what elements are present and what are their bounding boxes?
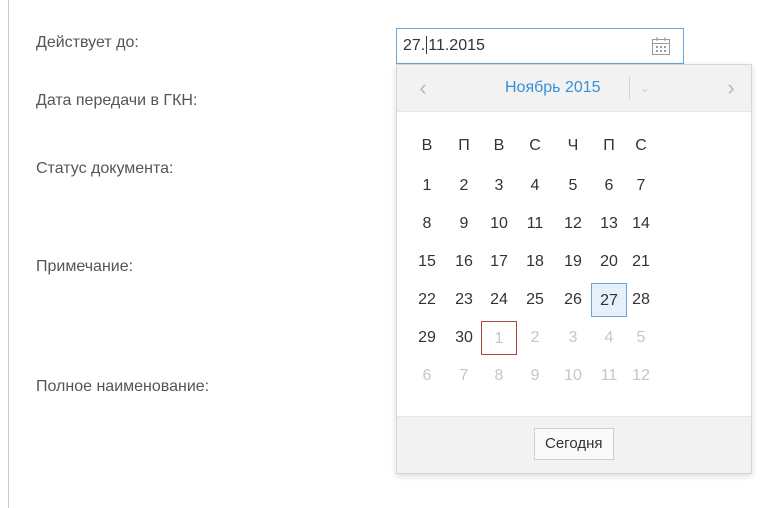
calendar-day[interactable]: 11	[591, 359, 627, 393]
label-full-name: Полное наименование:	[36, 378, 210, 395]
calendar-day[interactable]: 14	[623, 207, 659, 241]
calendar-day[interactable]: 23	[446, 283, 482, 317]
label-note: Примечание:	[36, 258, 134, 275]
calendar-day[interactable]: 25	[517, 283, 553, 317]
calendar-day[interactable]: 8	[409, 207, 445, 241]
calendar-day[interactable]: 5	[623, 321, 659, 355]
label-transfer-date: Дата передачи в ГКН:	[36, 92, 198, 109]
calendar-day[interactable]: 12	[623, 359, 659, 393]
calendar-day[interactable]: 17	[481, 245, 517, 279]
calendar-day[interactable]: 27	[591, 283, 627, 317]
calendar-day[interactable]: 18	[517, 245, 553, 279]
today-button[interactable]: Сегодня	[534, 428, 614, 460]
weekday-label: С	[529, 137, 541, 154]
calendar-day[interactable]: 19	[555, 245, 591, 279]
label-document-status: Статус документа:	[36, 160, 174, 177]
calendar-day[interactable]: 20	[591, 245, 627, 279]
weekday-label: В	[493, 137, 505, 154]
calendar-day[interactable]: 24	[481, 283, 517, 317]
calendar-icon[interactable]	[651, 36, 671, 56]
calendar-day[interactable]: 16	[446, 245, 482, 279]
calendar-day[interactable]: 5	[555, 169, 591, 203]
calendar-footer: Сегодня	[397, 416, 751, 473]
date-value-part2: 11.2015	[428, 37, 485, 54]
calendar-day[interactable]: 9	[446, 207, 482, 241]
calendar-day[interactable]: 10	[555, 359, 591, 393]
calendar-day[interactable]: 15	[409, 245, 445, 279]
calendar-day[interactable]: 26	[555, 283, 591, 317]
month-dropdown-icon[interactable]: ⌄	[629, 77, 660, 99]
calendar-day[interactable]: 7	[623, 169, 659, 203]
calendar-day[interactable]: 11	[517, 207, 553, 241]
calendar-day[interactable]: 21	[623, 245, 659, 279]
month-title[interactable]: Ноябрь 2015	[505, 65, 601, 111]
calendar-day[interactable]: 10	[481, 207, 517, 241]
calendar-day[interactable]: 6	[591, 169, 627, 203]
calendar-day[interactable]: 12	[555, 207, 591, 241]
calendar-day[interactable]: 6	[409, 359, 445, 393]
label-valid-until: Действует до:	[36, 34, 139, 51]
calendar-day[interactable]: 4	[591, 321, 627, 355]
weekday-label: П	[603, 137, 615, 154]
calendar-day[interactable]: 13	[591, 207, 627, 241]
calendar-day[interactable]: 1	[481, 321, 517, 355]
date-value-part1: 27.	[403, 37, 426, 54]
calendar-day[interactable]: 8	[481, 359, 517, 393]
calendar-day[interactable]: 2	[446, 169, 482, 203]
weekday-label: Ч	[567, 137, 579, 154]
calendar-day[interactable]: 29	[409, 321, 445, 355]
calendar-day[interactable]: 4	[517, 169, 553, 203]
calendar-day[interactable]: 7	[446, 359, 482, 393]
calendar-day[interactable]: 2	[517, 321, 553, 355]
valid-until-date-input[interactable]: 27. 11.2015	[396, 28, 684, 64]
calendar-day[interactable]: 1	[409, 169, 445, 203]
calendar-header: ‹ Ноябрь 2015 ⌄ ›	[397, 65, 751, 112]
weekday-label: В	[421, 137, 433, 154]
calendar-day[interactable]: 30	[446, 321, 482, 355]
next-month-icon[interactable]: ›	[711, 65, 751, 111]
prev-month-icon[interactable]: ‹	[403, 65, 443, 111]
calendar-day[interactable]: 3	[481, 169, 517, 203]
weekday-label: П	[458, 137, 470, 154]
calendar-day[interactable]: 28	[623, 283, 659, 317]
calendar-day[interactable]: 9	[517, 359, 553, 393]
calendar-day[interactable]: 22	[409, 283, 445, 317]
date-picker-popup: ‹ Ноябрь 2015 ⌄ › ВПВСЧПС 1 2 3 4 5 6 7 8 9 10 11 1…	[396, 64, 752, 474]
calendar-day[interactable]: 3	[555, 321, 591, 355]
weekday-label: С	[635, 137, 647, 154]
